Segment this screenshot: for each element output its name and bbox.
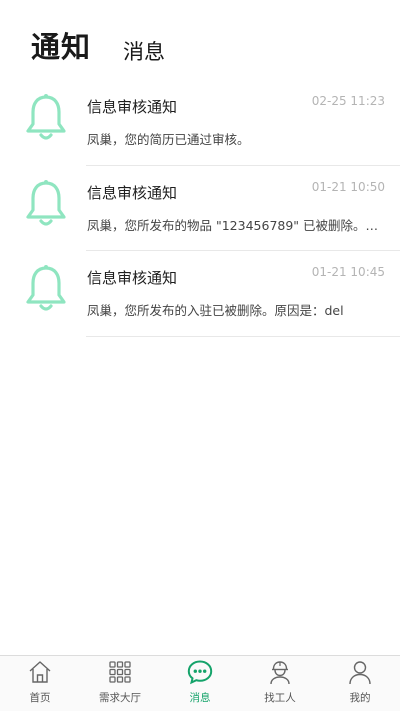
header: 通知 消息 xyxy=(0,0,400,80)
tabbar-label: 消息 xyxy=(189,692,211,704)
tabbar-label: 首页 xyxy=(29,692,51,704)
tabbar-item-home[interactable]: 首页 xyxy=(0,656,80,711)
notification-title: 信息审核通知 xyxy=(87,269,178,287)
tabbar-item-profile[interactable]: 我的 xyxy=(320,656,400,711)
notification-title: 信息审核通知 xyxy=(87,98,178,116)
notification-desc: 凤巢，您所发布的物品 "123456789" 已被删除。原因是：del xyxy=(87,217,387,233)
divider xyxy=(86,335,400,337)
list-item[interactable]: 信息审核通知 01-21 10:50 凤巢，您所发布的物品 "123456789… xyxy=(0,166,400,251)
notification-desc: 凤巢，您的简历已通过审核。 xyxy=(87,132,250,147)
notification-time: 02-25 11:23 xyxy=(311,94,385,108)
notification-time: 01-21 10:45 xyxy=(311,265,385,279)
list-item[interactable]: 信息审核通知 01-21 10:45 凤巢，您所发布的入驻已被删除。原因是：de… xyxy=(0,251,400,337)
list-item[interactable]: 信息审核通知 02-25 11:23 凤巢，您的简历已通过审核。 xyxy=(0,80,400,166)
bell-icon xyxy=(26,94,66,140)
tabbar-item-find-workers[interactable]: 找工人 xyxy=(240,656,320,711)
tabbar-label: 需求大厅 xyxy=(99,692,141,704)
notification-title: 信息审核通知 xyxy=(87,183,178,202)
tab-notifications[interactable]: 通知 xyxy=(31,24,91,66)
home-icon xyxy=(29,661,51,683)
bottom-tab-bar: 首页 需求大厅 消息 找工人 我的 xyxy=(0,655,400,711)
tabbar-item-messages[interactable]: 消息 xyxy=(160,656,240,711)
tabbar-label: 我的 xyxy=(349,692,371,704)
chat-icon xyxy=(187,660,213,685)
notification-time: 01-21 10:50 xyxy=(311,179,385,194)
bell-icon xyxy=(26,265,66,311)
worker-icon xyxy=(270,661,290,685)
notification-desc: 凤巢，您所发布的入驻已被删除。原因是：del xyxy=(87,303,344,318)
tabbar-label: 找工人 xyxy=(264,692,296,704)
grid-icon xyxy=(109,661,131,683)
tabbar-item-demand-hall[interactable]: 需求大厅 xyxy=(80,656,160,711)
bell-icon xyxy=(26,179,66,226)
tab-messages[interactable]: 消息 xyxy=(123,36,165,66)
notification-list: 信息审核通知 02-25 11:23 凤巢，您的简历已通过审核。 信息审核通知 … xyxy=(0,80,400,337)
user-icon xyxy=(349,661,371,685)
